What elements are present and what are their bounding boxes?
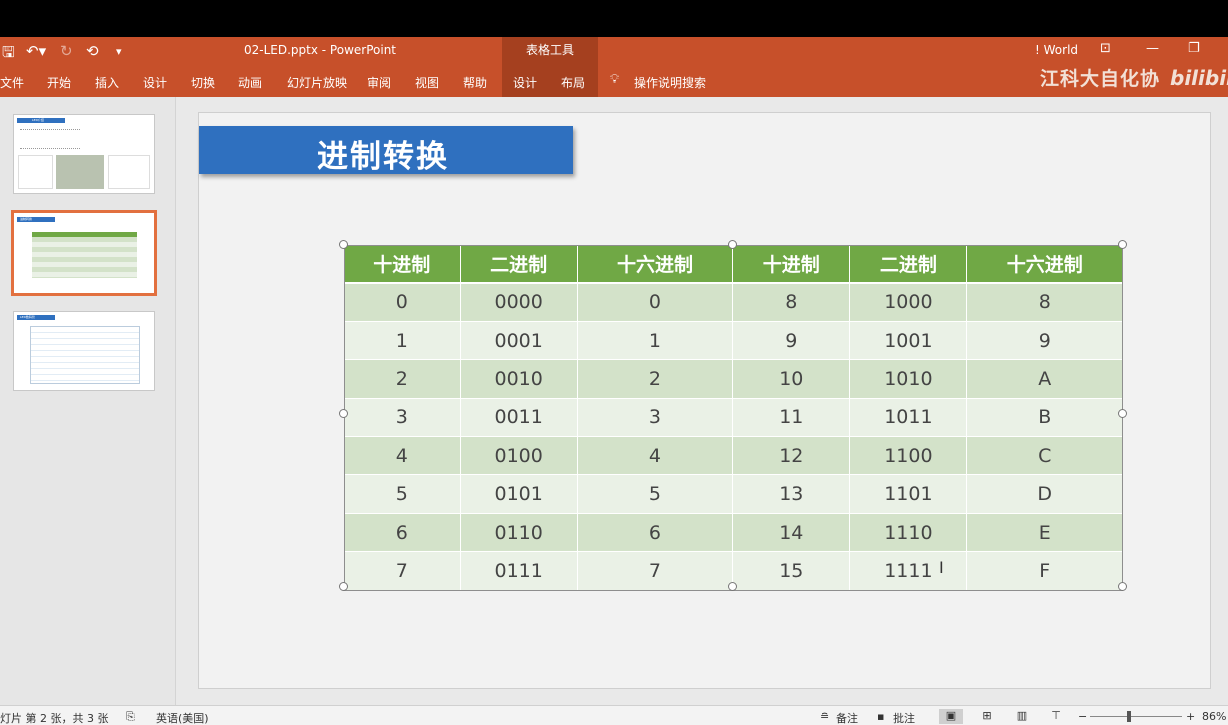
- ribbon-display-options-icon[interactable]: ⊡: [1100, 41, 1111, 56]
- slide-editor: 进制转换 十进制 二进制 十六进制 十进制 二进制 十六进制 0 0000 0 …: [176, 97, 1228, 705]
- tab-animations[interactable]: 动画: [238, 74, 262, 91]
- resize-handle-bottom-left[interactable]: [339, 582, 348, 591]
- slide-title: 进制转换: [317, 139, 449, 175]
- notes-button[interactable]: 备注: [836, 710, 858, 725]
- zoom-level[interactable]: 86%: [1202, 710, 1226, 723]
- table-tools-label: 表格工具: [502, 37, 598, 66]
- title-bar: 🖫 ↶▾ ↻ ⟲ ▾ 02-LED.pptx - PowerPoint 表格工具…: [0, 37, 1228, 124]
- zoom-out-icon[interactable]: −: [1078, 710, 1087, 723]
- resize-handle-left[interactable]: [339, 409, 348, 418]
- resize-handle-bottom[interactable]: [728, 582, 737, 591]
- table-selection-frame: [344, 245, 1123, 591]
- thumb2-table: [32, 232, 137, 278]
- start-from-beginning-icon[interactable]: ⟲: [86, 42, 99, 60]
- spell-check-icon[interactable]: ⎘: [126, 710, 135, 724]
- tab-design[interactable]: 设计: [143, 74, 167, 91]
- thumb3-title: LED数码管: [20, 315, 35, 319]
- customize-qat-icon[interactable]: ▾: [116, 45, 122, 58]
- zoom-slider[interactable]: [1090, 716, 1182, 717]
- slide-title-box[interactable]: 进制转换: [199, 126, 573, 175]
- slide-thumbnail-1[interactable]: LED介绍: [13, 114, 155, 194]
- thumb1-diode-symbol: [18, 155, 53, 189]
- tab-transitions[interactable]: 切换: [191, 74, 215, 91]
- slide-sorter-view-icon[interactable]: ⊞: [975, 709, 999, 724]
- tab-review[interactable]: 审阅: [367, 74, 391, 91]
- status-bar: 灯片 第 2 张，共 3 张 ⎘ 英语(美国) ≘ 备注 ▪ 批注 ▣ ⊞ ▥ …: [0, 705, 1228, 725]
- thumb1-diagram: [108, 155, 150, 189]
- slide-canvas[interactable]: 进制转换 十进制 二进制 十六进制 十进制 二进制 十六进制 0 0000 0 …: [198, 112, 1211, 689]
- undo-icon[interactable]: ↶▾: [26, 42, 46, 60]
- tab-home[interactable]: 开始: [47, 74, 71, 91]
- notes-icon[interactable]: ≘: [820, 710, 829, 723]
- tab-view[interactable]: 视图: [415, 74, 439, 91]
- lightbulb-icon: 💡︎: [610, 72, 620, 87]
- thumb3-table: [30, 326, 140, 384]
- tab-insert[interactable]: 插入: [95, 74, 119, 91]
- account-name[interactable]: ! World: [1035, 43, 1078, 57]
- thumb1-text-lines: [20, 129, 80, 149]
- thumb1-led-photo: [56, 155, 104, 189]
- tab-table-layout[interactable]: 布局: [561, 74, 585, 91]
- slide-counter: 灯片 第 2 张，共 3 张: [0, 712, 109, 725]
- zoom-slider-thumb[interactable]: [1127, 711, 1131, 722]
- bilibili-logo: bilibili: [1170, 66, 1228, 90]
- document-title: 02-LED.pptx - PowerPoint: [244, 43, 396, 57]
- tab-table-design[interactable]: 设计: [513, 74, 537, 91]
- thumb2-title: 进制转换: [20, 217, 33, 221]
- slide-thumbnail-2[interactable]: 进制转换: [11, 210, 157, 296]
- ibeam-cursor-icon: I: [939, 558, 944, 577]
- resize-handle-top-left[interactable]: [339, 240, 348, 249]
- redo-icon[interactable]: ↻: [60, 42, 73, 60]
- tab-slideshow[interactable]: 幻灯片放映: [287, 74, 347, 91]
- minimize-icon[interactable]: —: [1146, 41, 1159, 56]
- restore-icon[interactable]: ❐: [1188, 41, 1200, 56]
- tab-help[interactable]: 帮助: [463, 74, 487, 91]
- resize-handle-bottom-right[interactable]: [1118, 582, 1127, 591]
- slide-thumbnail-3[interactable]: LED数码管: [13, 311, 155, 391]
- comments-button[interactable]: 批注: [893, 710, 915, 725]
- zoom-in-icon[interactable]: +: [1186, 710, 1195, 723]
- normal-view-icon[interactable]: ▣: [939, 709, 963, 724]
- tell-me-search[interactable]: 操作说明搜索: [634, 74, 706, 91]
- thumb1-title: LED介绍: [32, 118, 44, 122]
- slideshow-view-icon[interactable]: ⊤: [1044, 709, 1068, 724]
- top-black-bar: [0, 0, 1228, 37]
- language-indicator[interactable]: 英语(美国): [156, 710, 209, 725]
- slide-thumbnail-pane: LED介绍 进制转换 LED数码管: [0, 97, 176, 705]
- comments-icon[interactable]: ▪: [877, 710, 884, 723]
- resize-handle-top-right[interactable]: [1118, 240, 1127, 249]
- resize-handle-top[interactable]: [728, 240, 737, 249]
- reading-view-icon[interactable]: ▥: [1010, 709, 1034, 724]
- save-icon[interactable]: 🖫: [2, 42, 15, 67]
- watermark-text: 江科大自化协: [1040, 68, 1161, 90]
- resize-handle-right[interactable]: [1118, 409, 1127, 418]
- tab-file[interactable]: 文件: [0, 74, 24, 91]
